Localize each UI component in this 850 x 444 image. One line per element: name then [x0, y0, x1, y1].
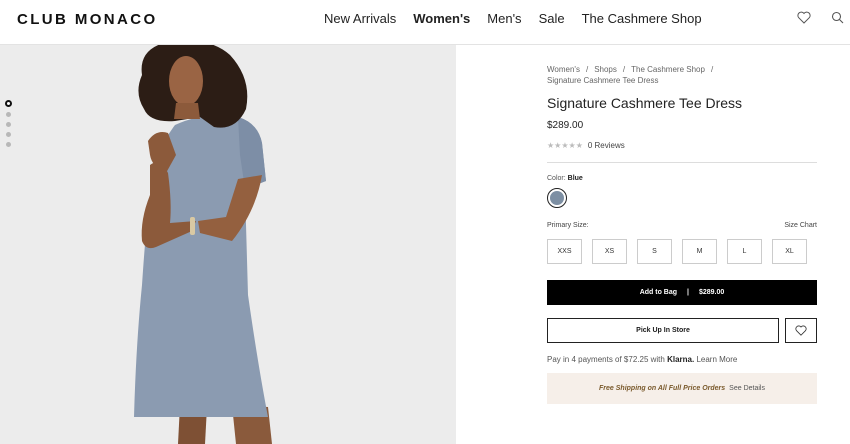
nav-new-arrivals[interactable]: New Arrivals	[324, 11, 396, 26]
add-to-bag-price: $289.00	[698, 289, 725, 296]
product-title: Signature Cashmere Tee Dress	[547, 95, 743, 111]
size-chart-link[interactable]: Size Chart	[784, 222, 817, 229]
breadcrumb: Women's / Shops / The Cashmere Shop / Signatu…	[547, 65, 714, 85]
color-value: Blue	[567, 175, 583, 182]
site-header: CLUB MONACO New Arrivals Women's Men's S…	[0, 0, 850, 45]
separator: |	[687, 289, 689, 296]
size-xs-button[interactable]: XS	[592, 239, 627, 264]
klarna-message: Pay in 4 payments of $72.25 with Klarna.…	[547, 355, 817, 364]
model-photo	[0, 45, 456, 444]
header-icons	[797, 11, 844, 24]
breadcrumb-item[interactable]: Women's	[547, 65, 580, 74]
breadcrumb-current: Signature Cashmere Tee Dress	[547, 76, 659, 85]
pickup-row: Pick Up In Store	[547, 318, 817, 343]
size-xxs-button[interactable]: XXS	[547, 239, 582, 264]
color-label: Color:	[547, 175, 566, 182]
size-l-button[interactable]: L	[727, 239, 762, 264]
color-swatch-blue[interactable]	[547, 188, 567, 208]
nav-mens[interactable]: Men's	[487, 11, 521, 26]
gallery-dot[interactable]	[5, 100, 12, 107]
size-m-button[interactable]: M	[682, 239, 717, 264]
free-shipping-text: Free Shipping on All Full Price Orders	[599, 385, 726, 392]
breadcrumb-item[interactable]: The Cashmere Shop	[631, 65, 705, 74]
free-shipping-banner: Free Shipping on All Full Price Orders S…	[547, 373, 817, 404]
gallery-dot[interactable]	[6, 132, 11, 137]
size-options: XXS XS S M L XL	[547, 239, 817, 264]
club-monaco-logo[interactable]: CLUB MONACO	[17, 11, 158, 28]
product-image-gallery[interactable]	[0, 45, 456, 444]
gallery-dot[interactable]	[6, 142, 11, 147]
klarna-text: Pay in 4 payments of $72.25 with	[547, 355, 665, 364]
add-to-bag-button[interactable]: Add to Bag | $289.00	[547, 280, 817, 305]
klarna-learn-more-link[interactable]: Learn More	[696, 355, 737, 364]
size-label: Primary Size:	[547, 222, 589, 229]
gallery-dots	[5, 100, 12, 147]
product-details: Women's / Shops / The Cashmere Shop / Signatu…	[547, 64, 817, 404]
gallery-dot[interactable]	[6, 112, 11, 117]
wishlist-button[interactable]	[785, 318, 817, 343]
klarna-brand: Klarna.	[667, 355, 695, 364]
size-xl-button[interactable]: XL	[772, 239, 807, 264]
reviews-row: ★★★★★ 0 Reviews	[547, 141, 817, 150]
rating-stars-icon: ★★★★★	[547, 141, 583, 150]
swatch-fill	[550, 191, 564, 205]
main-nav: New Arrivals Women's Men's Sale The Cash…	[324, 11, 719, 26]
gallery-dot[interactable]	[6, 122, 11, 127]
search-icon[interactable]	[831, 11, 844, 24]
divider	[547, 162, 817, 163]
nav-womens[interactable]: Women's	[413, 11, 470, 26]
color-row: Color: Blue	[547, 175, 817, 182]
heart-icon	[795, 325, 807, 336]
breadcrumb-item[interactable]: Shops	[594, 65, 617, 74]
size-s-button[interactable]: S	[637, 239, 672, 264]
product-price: $289.00	[547, 120, 584, 131]
pick-up-in-store-button[interactable]: Pick Up In Store	[547, 318, 779, 343]
size-header: Primary Size: Size Chart	[547, 222, 817, 229]
see-details-link[interactable]: See Details	[729, 385, 765, 392]
reviews-link[interactable]: 0 Reviews	[588, 141, 625, 150]
heart-icon[interactable]	[797, 11, 811, 24]
nav-cashmere-shop[interactable]: The Cashmere Shop	[582, 11, 702, 26]
add-to-bag-label: Add to Bag	[639, 289, 678, 296]
nav-sale[interactable]: Sale	[539, 11, 565, 26]
